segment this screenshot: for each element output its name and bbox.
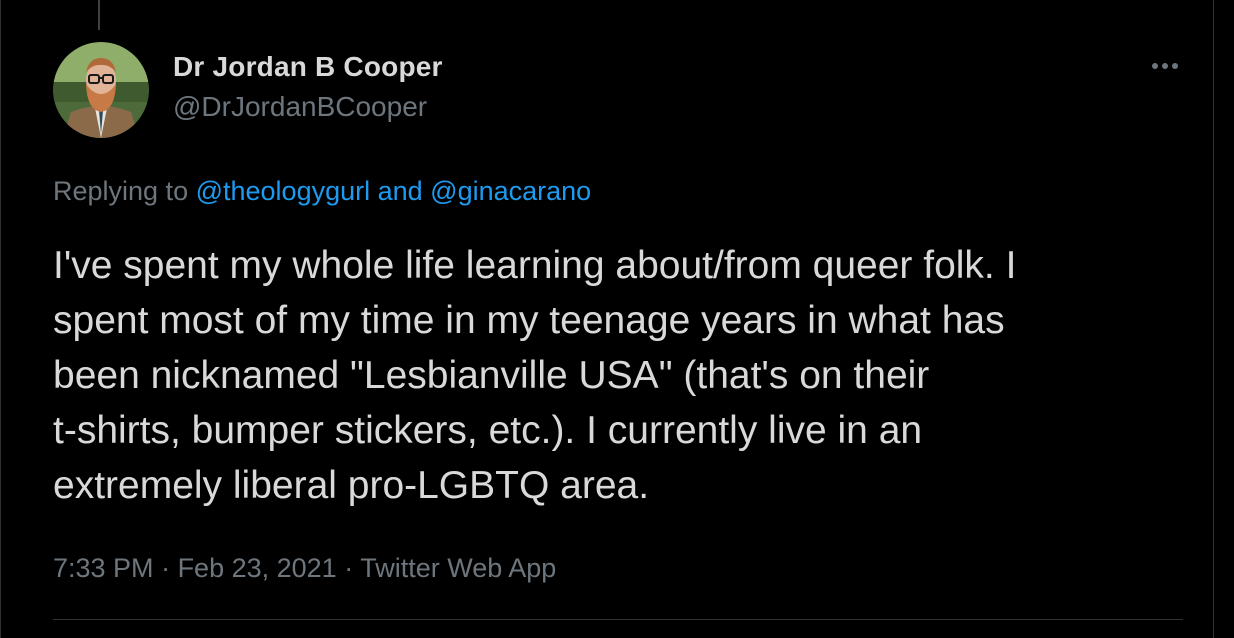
meta-separator: · xyxy=(153,553,178,583)
more-options-button[interactable] xyxy=(1147,54,1183,78)
tweet-source-link[interactable]: Twitter Web App xyxy=(360,553,556,583)
mention-link-ginacarano[interactable]: @ginacarano xyxy=(430,176,591,206)
meta-separator: · xyxy=(336,553,361,583)
reply-context-conjunction[interactable]: and xyxy=(370,176,430,206)
reply-context: Replying to @theologygurl and @ginacaran… xyxy=(53,174,591,208)
ellipsis-icon xyxy=(1152,63,1178,69)
author-header: Dr Jordan B Cooper @DrJordanBCooper xyxy=(173,50,443,124)
tweet-panel: Dr Jordan B Cooper @DrJordanBCooper Repl… xyxy=(0,0,1214,638)
author-display-name[interactable]: Dr Jordan B Cooper xyxy=(173,50,443,84)
tweet-text: I've spent my whole life learning about/… xyxy=(53,244,1017,507)
avatar[interactable] xyxy=(53,42,149,138)
profile-photo-icon xyxy=(53,42,149,138)
mention-link-theologygurl[interactable]: @theologygurl xyxy=(196,176,371,206)
tweet-date-link[interactable]: Feb 23, 2021 xyxy=(178,553,337,583)
thread-connector-line xyxy=(98,0,100,30)
tweet-time-link[interactable]: 7:33 PM xyxy=(53,553,154,583)
divider xyxy=(53,619,1183,620)
reply-context-prefix: Replying to xyxy=(53,176,196,206)
tweet-meta: 7:33 PM · Feb 23, 2021 · Twitter Web App xyxy=(53,551,556,585)
author-handle[interactable]: @DrJordanBCooper xyxy=(173,90,443,124)
